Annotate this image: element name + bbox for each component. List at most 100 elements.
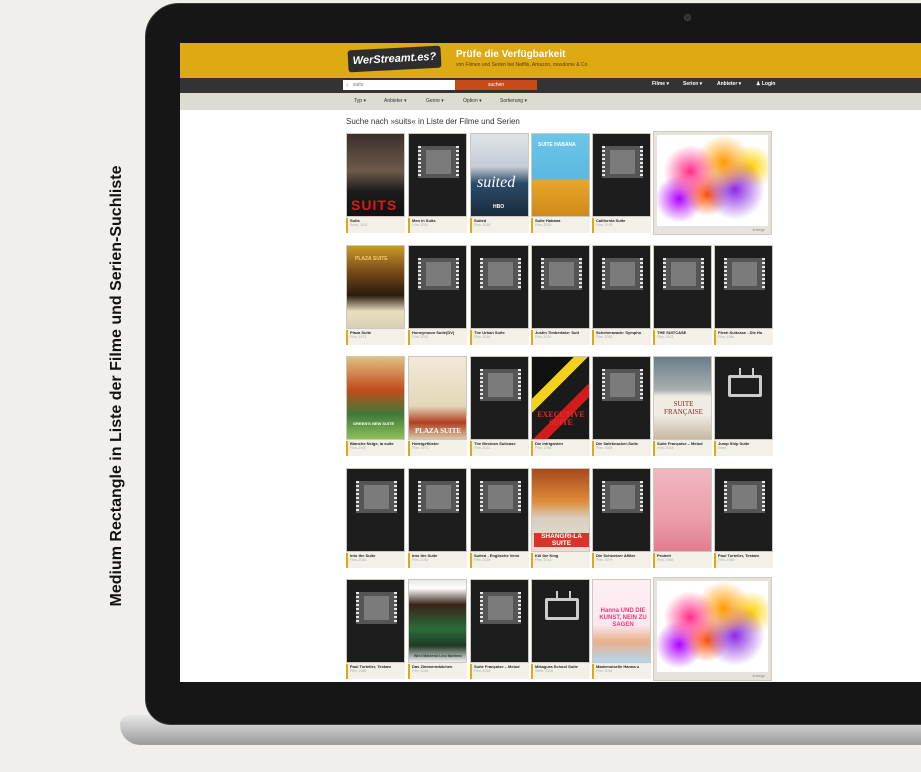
header-title: Prüfe die Verfügbarkeit bbox=[456, 49, 566, 60]
tile-info: Suited - Englische Versi Film, 2016 bbox=[470, 553, 529, 568]
poster-image[interactable] bbox=[592, 356, 651, 440]
poster-image[interactable] bbox=[714, 245, 773, 329]
poster-image[interactable] bbox=[346, 468, 405, 552]
result-tile[interactable]: Justin Timberlake: Suit Film, 2014 bbox=[531, 245, 590, 345]
result-tile[interactable]: Die Schweizer Affäre Film, 1979 bbox=[592, 468, 651, 568]
poster-image[interactable] bbox=[346, 579, 405, 663]
poster-image[interactable]: SHANGRI-LA SUITE bbox=[531, 468, 590, 552]
result-tile[interactable]: The Urban Suite Film, 2016 bbox=[470, 245, 529, 345]
result-tile[interactable]: PLAZA SUITE Plaza Suite Film, 1971 bbox=[346, 245, 405, 345]
result-tile[interactable]: SUITE FRANÇAISE Suite Française – Melod Fi… bbox=[653, 356, 712, 456]
nav-bar: ⌕ suchen Filme ▾ Serien ▾ Anbieter ▾ ♟ L… bbox=[180, 78, 921, 93]
tile-meta: Film, 2014 bbox=[657, 446, 674, 450]
result-tile[interactable]: Probeit Film, 1969 bbox=[653, 468, 712, 568]
poster-image[interactable]: Wied Mainenia Lino Martinez bbox=[408, 579, 467, 663]
result-tile[interactable]: Hanna UND DIE KUNST, NEIN ZU SAGEN Mademo… bbox=[592, 579, 651, 679]
medium-rectangle-ad[interactable]: Anzeige bbox=[653, 577, 772, 681]
tile-info: Jump Ship Suite Serie bbox=[714, 441, 773, 456]
film-placeholder-icon bbox=[358, 592, 395, 624]
filter-option[interactable]: Option ▾ bbox=[463, 98, 482, 104]
tile-info: Die Intriganten Film, 1954 bbox=[531, 441, 590, 456]
medium-rectangle-ad[interactable]: Anzeige bbox=[653, 131, 772, 235]
result-tile[interactable]: Die Safeknacker-Suite Film, 1963 bbox=[592, 356, 651, 456]
poster-image[interactable]: SUITS bbox=[346, 133, 405, 217]
result-tile[interactable]: Paul Tortelier, Textam Film, 1968 bbox=[714, 468, 773, 568]
result-tile[interactable]: PLAZA SUITE Hotelgeflüster Film, 1971 bbox=[408, 356, 467, 456]
result-tile[interactable]: Scheherazade: Sympho Film, 2006 bbox=[592, 245, 651, 345]
search-input[interactable] bbox=[343, 80, 455, 90]
result-tile[interactable]: Mikagura School Suite Serie, 2015 bbox=[531, 579, 590, 679]
poster-image[interactable] bbox=[470, 468, 529, 552]
result-tile[interactable]: SHANGRI-LA SUITE Kill the King Film, 2013 bbox=[531, 468, 590, 568]
result-tile[interactable]: Flesh Suitcase - Die Ho Film, 1984 bbox=[714, 245, 773, 345]
poster-image[interactable]: GREEN'S NEW SUITE bbox=[346, 356, 405, 440]
tv-placeholder-icon bbox=[728, 375, 762, 397]
poster-image[interactable] bbox=[470, 579, 529, 663]
poster-image[interactable] bbox=[408, 245, 467, 329]
nav-filme[interactable]: Filme ▾ bbox=[652, 81, 669, 87]
poster-image[interactable]: EXECUTIVE SUITE bbox=[531, 356, 590, 440]
result-tile[interactable]: Men in Suits Film, 2012 bbox=[408, 133, 467, 233]
result-tile[interactable]: Into the Suite Film, 2016 bbox=[346, 468, 405, 568]
result-tile[interactable]: California Suite Film, 1978 bbox=[592, 133, 651, 233]
filter-typ[interactable]: Typ ▾ bbox=[354, 98, 366, 104]
result-tile[interactable]: Wied Mainenia Lino Martinez Das Zimmermäd… bbox=[408, 579, 467, 679]
result-tile[interactable]: THE SUITCASE Film, 2013 bbox=[653, 245, 712, 345]
search-button[interactable]: suchen bbox=[455, 80, 537, 90]
poster-image[interactable] bbox=[714, 356, 773, 440]
filter-anbieter[interactable]: Anbieter ▾ bbox=[384, 98, 407, 104]
nav-serien[interactable]: Serien ▾ bbox=[683, 81, 702, 87]
poster-image[interactable] bbox=[531, 245, 590, 329]
filter-sortierung[interactable]: Sortierung ▾ bbox=[500, 98, 527, 104]
tile-meta: Film, 2014 bbox=[474, 669, 491, 673]
poster-title-text: EXECUTIVE SUITE bbox=[537, 410, 585, 427]
tile-info: Paul Tortelier, Textam Film, 1968 bbox=[346, 664, 405, 679]
result-tile[interactable]: Suited - Englische Versi Film, 2016 bbox=[470, 468, 529, 568]
poster-image[interactable] bbox=[714, 468, 773, 552]
result-tile[interactable]: SUITE HABANA Suite Habana Film, 2003 bbox=[531, 133, 590, 233]
tile-meta: Serie, 2011 bbox=[350, 223, 368, 227]
film-placeholder-icon bbox=[604, 481, 641, 513]
poster-image[interactable]: Hanna UND DIE KUNST, NEIN ZU SAGEN bbox=[592, 579, 651, 663]
poster-image[interactable] bbox=[592, 468, 651, 552]
site-logo[interactable]: WerStreamt.es? bbox=[347, 45, 442, 73]
result-tile[interactable]: Into the Suite Film, 2016 bbox=[408, 468, 467, 568]
tile-meta: Film, 1968 bbox=[718, 558, 735, 562]
ad-label: Anzeige bbox=[752, 674, 765, 678]
poster-image[interactable]: SUITE HABANA bbox=[531, 133, 590, 217]
result-tile[interactable]: Jump Ship Suite Serie bbox=[714, 356, 773, 456]
nav-anbieter[interactable]: Anbieter ▾ bbox=[717, 81, 741, 87]
result-tile[interactable]: suited HBO Suited Film, 2016 bbox=[470, 133, 529, 233]
poster-image[interactable] bbox=[592, 133, 651, 217]
poster-image[interactable] bbox=[470, 356, 529, 440]
poster-image[interactable] bbox=[653, 245, 712, 329]
tile-info: Scheherazade: Sympho Film, 2006 bbox=[592, 330, 651, 345]
poster-image[interactable]: SUITE FRANÇAISE bbox=[653, 356, 712, 440]
result-tile[interactable]: Suite Française – Melod Film, 2014 bbox=[470, 579, 529, 679]
poster-image[interactable] bbox=[470, 245, 529, 329]
poster-image[interactable]: PLAZA SUITE bbox=[346, 245, 405, 329]
poster-image[interactable]: PLAZA SUITE bbox=[408, 356, 467, 440]
film-placeholder-icon bbox=[604, 258, 641, 290]
result-tile[interactable]: Paul Tortelier, Textam Film, 1968 bbox=[346, 579, 405, 679]
result-tile[interactable]: GREEN'S NEW SUITE Blanche Neige, la suite… bbox=[346, 356, 405, 456]
poster-image[interactable] bbox=[531, 579, 590, 663]
poster-image[interactable] bbox=[408, 468, 467, 552]
ad-artwork[interactable] bbox=[657, 135, 768, 226]
result-tile[interactable]: Honeymoon Suite(DV) Film, 2013 bbox=[408, 245, 467, 345]
tile-info: The Mexican Suitcase Film, 2011 bbox=[470, 441, 529, 456]
poster-image[interactable] bbox=[592, 245, 651, 329]
filter-genre[interactable]: Genre ▾ bbox=[426, 98, 444, 104]
nav-login[interactable]: ♟ Login bbox=[756, 81, 775, 87]
poster-image[interactable]: suited HBO bbox=[470, 133, 529, 217]
poster-image[interactable] bbox=[408, 133, 467, 217]
result-tile[interactable]: EXECUTIVE SUITE Die Intriganten Film, 1954 bbox=[531, 356, 590, 456]
film-placeholder-icon bbox=[482, 258, 519, 290]
result-tile[interactable]: SUITS Suits Serie, 2011 bbox=[346, 133, 405, 233]
poster-title-text: SUITE FRANÇAISE bbox=[664, 400, 703, 416]
ad-artwork[interactable] bbox=[657, 581, 768, 672]
tile-info: Das Zimmermädchen Film, 2018 bbox=[408, 664, 467, 679]
poster-image[interactable] bbox=[653, 468, 712, 552]
result-tile[interactable]: The Mexican Suitcase Film, 2011 bbox=[470, 356, 529, 456]
poster-title-text: PLAZA SUITE bbox=[415, 427, 462, 435]
